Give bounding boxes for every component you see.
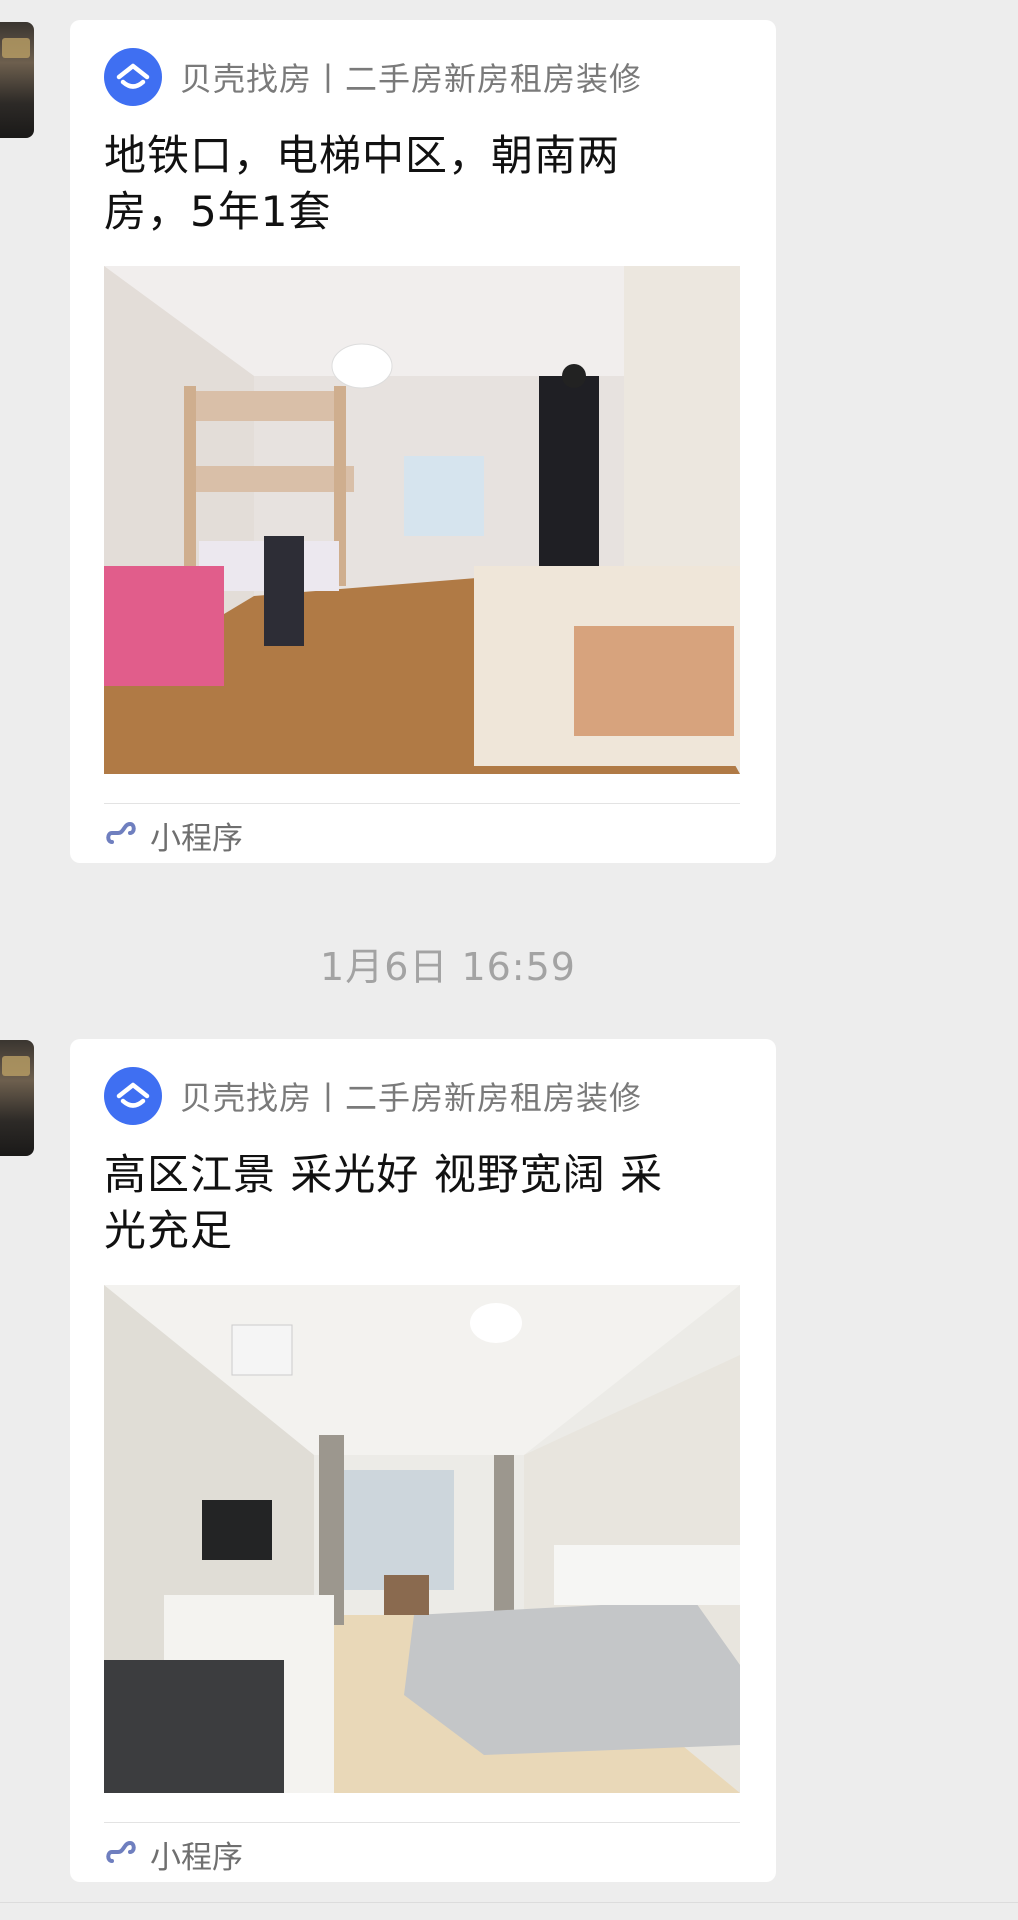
listing-title: 地铁口，电梯中区，朝南两房，5年1套 — [104, 131, 621, 236]
card-divider — [104, 1822, 740, 1823]
beike-logo-icon — [104, 48, 162, 106]
message-timestamp: 1月6日 16:59 — [320, 945, 576, 989]
card-header: 贝壳找房丨二手房新房租房装修 — [104, 48, 756, 106]
listing-title: 高区江景 采光好 视野宽阔 采光充足 — [104, 1150, 664, 1255]
card-divider — [104, 803, 740, 804]
card-footer: 小程序 — [104, 1830, 243, 1878]
sender-avatar[interactable] — [0, 22, 34, 138]
miniprogram-link-icon — [104, 816, 138, 854]
miniprogram-card[interactable]: 贝壳找房丨二手房新房租房装修 地铁口，电梯中区，朝南两房，5年1套 小程序 — [70, 20, 776, 863]
avatar-badge — [2, 38, 30, 58]
listing-photo — [104, 1285, 740, 1793]
miniprogram-link-icon — [104, 1835, 138, 1873]
beike-logo-icon — [104, 1067, 162, 1125]
brand-name: 贝壳找房丨二手房新房租房装修 — [180, 60, 643, 98]
miniprogram-card[interactable]: 贝壳找房丨二手房新房租房装修 高区江景 采光好 视野宽阔 采光充足 小程序 — [70, 1039, 776, 1882]
card-header: 贝壳找房丨二手房新房租房装修 — [104, 1067, 756, 1125]
sender-avatar[interactable] — [0, 1040, 34, 1156]
miniprogram-label: 小程序 — [150, 820, 243, 857]
miniprogram-label: 小程序 — [150, 1839, 243, 1876]
bottom-divider — [0, 1902, 1018, 1903]
listing-photo — [104, 266, 740, 774]
avatar-badge — [2, 1056, 30, 1076]
brand-name: 贝壳找房丨二手房新房租房装修 — [180, 1079, 643, 1117]
card-footer: 小程序 — [104, 811, 243, 859]
